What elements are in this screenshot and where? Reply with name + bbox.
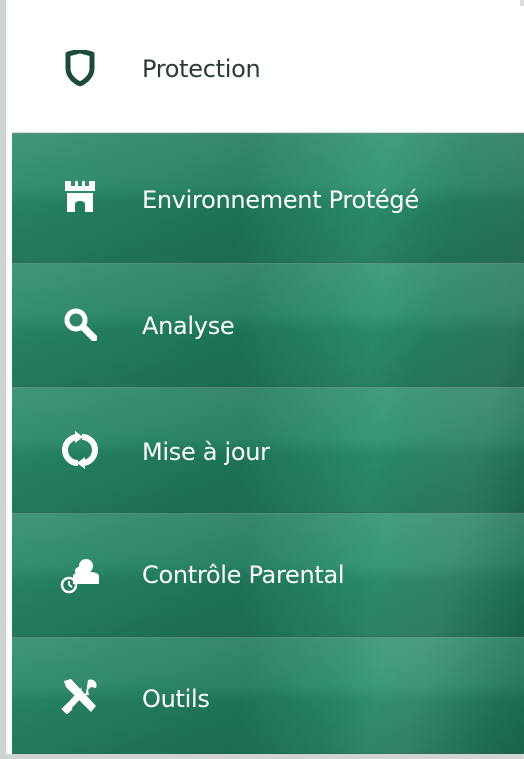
menu-item-protection[interactable]: Protection bbox=[12, 6, 524, 133]
shield-icon bbox=[58, 46, 102, 90]
menu-item-analyse[interactable]: Analyse bbox=[12, 263, 524, 387]
search-icon bbox=[58, 302, 102, 346]
tools-icon bbox=[58, 674, 102, 718]
main-menu: Protection Environnement Protégé Analyse… bbox=[12, 6, 524, 754]
menu-item-label: Protection bbox=[142, 55, 261, 83]
castle-tower-icon bbox=[58, 174, 102, 218]
menu-item-environnement-protege[interactable]: Environnement Protégé bbox=[12, 133, 524, 263]
menu-item-label: Environnement Protégé bbox=[142, 186, 419, 214]
menu-item-label: Contrôle Parental bbox=[142, 561, 345, 589]
menu-item-label: Analyse bbox=[142, 312, 235, 340]
navigation-panel: Protection Environnement Protégé Analyse… bbox=[0, 0, 524, 759]
menu-item-outils[interactable]: Outils bbox=[12, 637, 524, 754]
menu-item-label: Outils bbox=[142, 685, 210, 713]
refresh-icon bbox=[58, 428, 102, 472]
menu-item-controle-parental[interactable]: Contrôle Parental bbox=[12, 513, 524, 637]
menu-item-label: Mise à jour bbox=[142, 438, 270, 466]
menu-item-mise-a-jour[interactable]: Mise à jour bbox=[12, 387, 524, 513]
parental-control-icon bbox=[58, 554, 102, 598]
